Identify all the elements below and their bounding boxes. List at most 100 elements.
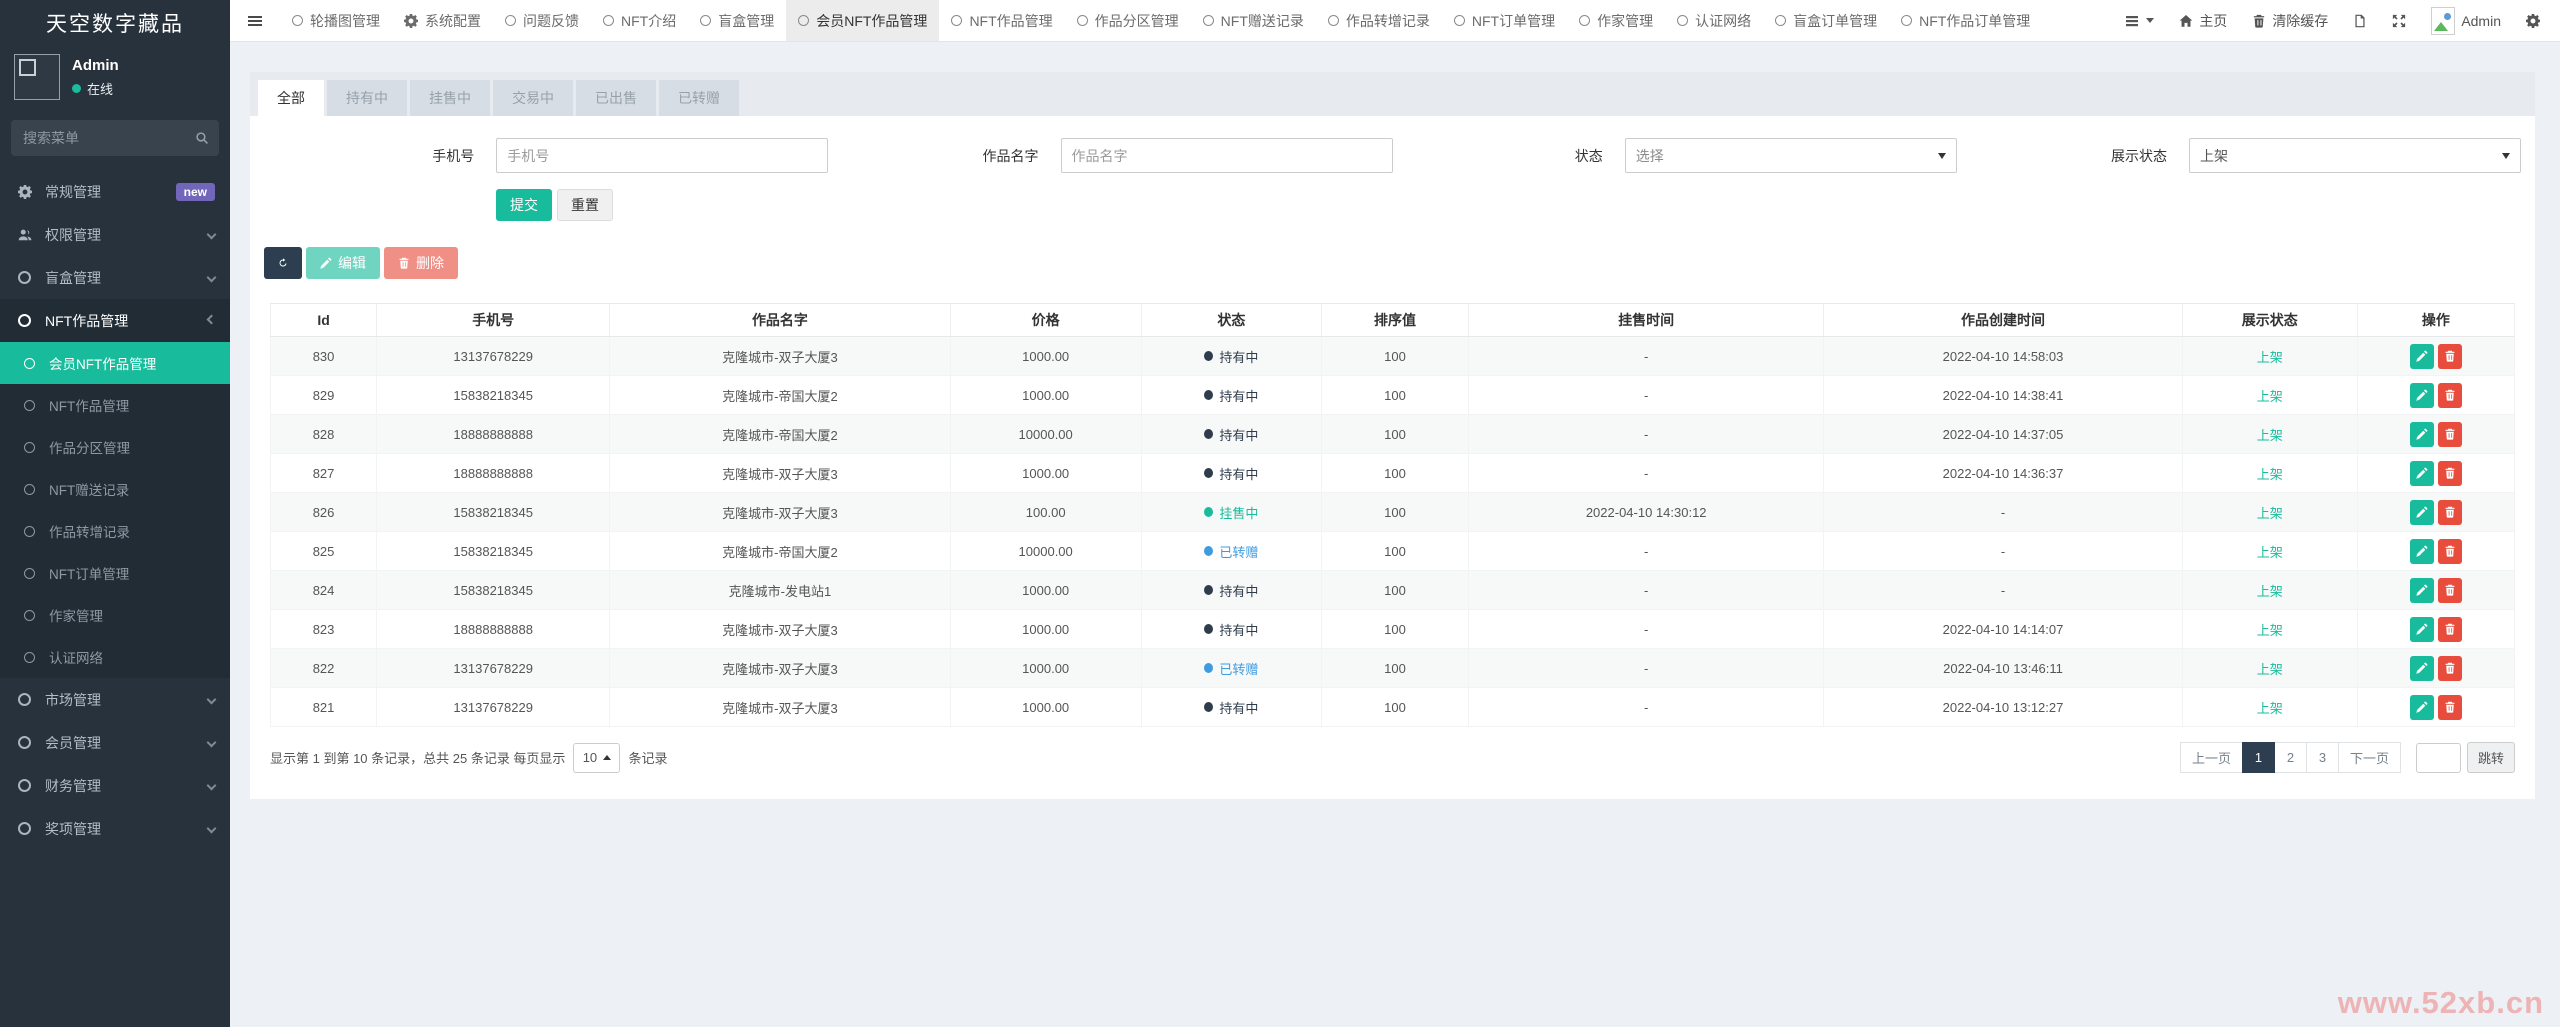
row-delete-button[interactable] bbox=[2437, 577, 2462, 603]
nav-tab-label: 作家管理 bbox=[1597, 12, 1654, 29]
filter-tab-全部[interactable]: 全部 bbox=[258, 80, 324, 116]
sidebar-item-财务管理[interactable]: 财务管理 bbox=[0, 764, 230, 807]
row-edit-button[interactable] bbox=[2409, 421, 2434, 447]
nav-tab-认证网络[interactable]: 认证网络 bbox=[1665, 0, 1763, 41]
nav-tab-NFT赠送记录[interactable]: NFT赠送记录 bbox=[1191, 0, 1316, 41]
sidebar-subitem-NFT作品管理[interactable]: NFT作品管理 bbox=[0, 384, 230, 426]
sidebar-item-权限管理[interactable]: 权限管理 bbox=[0, 213, 230, 256]
page-button-3[interactable]: 3 bbox=[2305, 742, 2339, 773]
table-row: 821 13137678229 克隆城市-双子大厦3 1000.00 持有中 100-20… bbox=[269, 687, 2516, 727]
form-actions: 提交 重置 bbox=[250, 173, 2535, 221]
edit-button[interactable]: 编辑 bbox=[306, 247, 380, 279]
nav-tab-问题反馈[interactable]: 问题反馈 bbox=[493, 0, 591, 41]
refresh-button[interactable] bbox=[264, 247, 302, 279]
work-name-input[interactable] bbox=[1060, 138, 1393, 173]
row-delete-button[interactable] bbox=[2437, 499, 2462, 525]
sidebar-subitem-作品分区管理[interactable]: 作品分区管理 bbox=[0, 426, 230, 468]
display-status-link[interactable]: 上架 bbox=[2257, 506, 2283, 521]
sidebar-item-NFT作品管理[interactable]: NFT作品管理 bbox=[0, 299, 230, 342]
row-delete-button[interactable] bbox=[2437, 382, 2462, 408]
sidebar-subitem-作家管理[interactable]: 作家管理 bbox=[0, 594, 230, 636]
sidebar-subitem-作品转增记录[interactable]: 作品转增记录 bbox=[0, 510, 230, 552]
row-delete-button[interactable] bbox=[2437, 421, 2462, 447]
display-status-link[interactable]: 上架 bbox=[2257, 662, 2283, 677]
row-edit-button[interactable] bbox=[2409, 655, 2434, 681]
nav-tab-作品分区管理[interactable]: 作品分区管理 bbox=[1065, 0, 1191, 41]
sidebar-item-市场管理[interactable]: 市场管理 bbox=[0, 678, 230, 721]
row-delete-button[interactable] bbox=[2437, 538, 2462, 564]
row-edit-button[interactable] bbox=[2409, 694, 2434, 720]
fullscreen-button[interactable] bbox=[2392, 14, 2406, 28]
row-edit-button[interactable] bbox=[2409, 382, 2434, 408]
nav-tab-盲盒管理[interactable]: 盲盒管理 bbox=[688, 0, 786, 41]
sidebar-item-盲盒管理[interactable]: 盲盒管理 bbox=[0, 256, 230, 299]
page-button-2[interactable]: 2 bbox=[2273, 742, 2307, 773]
sidebar-item-奖项管理[interactable]: 奖项管理 bbox=[0, 807, 230, 850]
row-delete-button[interactable] bbox=[2437, 460, 2462, 486]
display-status-select[interactable]: 上架 bbox=[2189, 138, 2521, 173]
filter-tab-持有中[interactable]: 持有中 bbox=[327, 80, 407, 116]
nav-tab-NFT订单管理[interactable]: NFT订单管理 bbox=[1442, 0, 1567, 41]
nav-tab-盲盒订单管理[interactable]: 盲盒订单管理 bbox=[1763, 0, 1889, 41]
filter-tab-交易中[interactable]: 交易中 bbox=[493, 80, 573, 116]
navbar-user[interactable]: Admin bbox=[2431, 6, 2501, 35]
display-status-link[interactable]: 上架 bbox=[2257, 545, 2283, 560]
sidebar-subitem-认证网络[interactable]: 认证网络 bbox=[0, 636, 230, 678]
status-select[interactable]: 选择 bbox=[1624, 138, 1957, 173]
nav-tab-作品转增记录[interactable]: 作品转增记录 bbox=[1316, 0, 1442, 41]
row-delete-button[interactable] bbox=[2437, 655, 2462, 681]
nav-tab-会员NFT作品管理[interactable]: 会员NFT作品管理 bbox=[786, 0, 940, 41]
nav-tab-NFT作品订单管理[interactable]: NFT作品订单管理 bbox=[1889, 0, 2042, 41]
sidebar-subitem-NFT订单管理[interactable]: NFT订单管理 bbox=[0, 552, 230, 594]
sidebar-item-常规管理[interactable]: 常规管理 new bbox=[0, 170, 230, 213]
row-edit-button[interactable] bbox=[2409, 343, 2434, 369]
row-edit-button[interactable] bbox=[2409, 460, 2434, 486]
next-page-button[interactable]: 下一页 bbox=[2337, 742, 2401, 773]
page-jump-input[interactable] bbox=[2415, 742, 2461, 773]
settings-button[interactable] bbox=[2526, 13, 2540, 28]
row-edit-button[interactable] bbox=[2409, 577, 2434, 603]
filter-tab-挂售中[interactable]: 挂售中 bbox=[410, 80, 490, 116]
sidebar-item-会员管理[interactable]: 会员管理 bbox=[0, 721, 230, 764]
clear-cache-button[interactable]: 清除缓存 bbox=[2252, 11, 2328, 31]
display-status-link[interactable]: 上架 bbox=[2257, 584, 2283, 599]
nav-tab-NFT作品管理[interactable]: NFT作品管理 bbox=[939, 0, 1064, 41]
sidebar-subitem-会员NFT作品管理[interactable]: 会员NFT作品管理 bbox=[0, 342, 230, 384]
reset-button[interactable]: 重置 bbox=[557, 189, 613, 221]
display-status-link[interactable]: 上架 bbox=[2257, 623, 2283, 638]
gear-icon bbox=[2526, 13, 2540, 28]
nav-tab-轮播图管理[interactable]: 轮播图管理 bbox=[280, 0, 392, 41]
home-button[interactable]: 主页 bbox=[2179, 11, 2227, 31]
column-header: 作品创建时间 bbox=[1823, 303, 2183, 337]
row-edit-button[interactable] bbox=[2409, 499, 2434, 525]
cell-sort: 100 bbox=[1320, 648, 1470, 688]
display-status-link[interactable]: 上架 bbox=[2257, 350, 2283, 365]
page-size-select[interactable]: 10 bbox=[573, 742, 621, 773]
nav-tab-作家管理[interactable]: 作家管理 bbox=[1567, 0, 1665, 41]
row-edit-button[interactable] bbox=[2409, 616, 2434, 642]
row-edit-button[interactable] bbox=[2409, 538, 2434, 564]
cell-phone: 15838218345 bbox=[376, 531, 611, 571]
nav-tab-NFT介绍[interactable]: NFT介绍 bbox=[591, 0, 688, 41]
prev-page-button[interactable]: 上一页 bbox=[2179, 742, 2243, 773]
display-status-link[interactable]: 上架 bbox=[2257, 428, 2283, 443]
delete-button[interactable]: 删除 bbox=[384, 247, 458, 279]
display-status-link[interactable]: 上架 bbox=[2257, 389, 2283, 404]
tabs-menu-button[interactable] bbox=[2124, 13, 2155, 29]
page-jump-button[interactable]: 跳转 bbox=[2466, 742, 2515, 773]
sidebar-toggle-icon[interactable] bbox=[230, 0, 280, 41]
row-delete-button[interactable] bbox=[2437, 694, 2462, 720]
menu-search-input[interactable] bbox=[11, 120, 219, 156]
filter-tab-已转赠[interactable]: 已转赠 bbox=[659, 80, 739, 116]
nav-tab-系统配置[interactable]: 系统配置 bbox=[392, 0, 493, 41]
row-delete-button[interactable] bbox=[2437, 616, 2462, 642]
phone-input[interactable] bbox=[496, 138, 829, 173]
refresh-tab-button[interactable] bbox=[2353, 14, 2367, 28]
display-status-link[interactable]: 上架 bbox=[2257, 701, 2283, 716]
page-button-1[interactable]: 1 bbox=[2241, 742, 2275, 773]
display-status-link[interactable]: 上架 bbox=[2257, 467, 2283, 482]
submit-button[interactable]: 提交 bbox=[496, 189, 552, 221]
filter-tab-已出售[interactable]: 已出售 bbox=[576, 80, 656, 116]
sidebar-subitem-NFT赠送记录[interactable]: NFT赠送记录 bbox=[0, 468, 230, 510]
row-delete-button[interactable] bbox=[2437, 343, 2462, 369]
